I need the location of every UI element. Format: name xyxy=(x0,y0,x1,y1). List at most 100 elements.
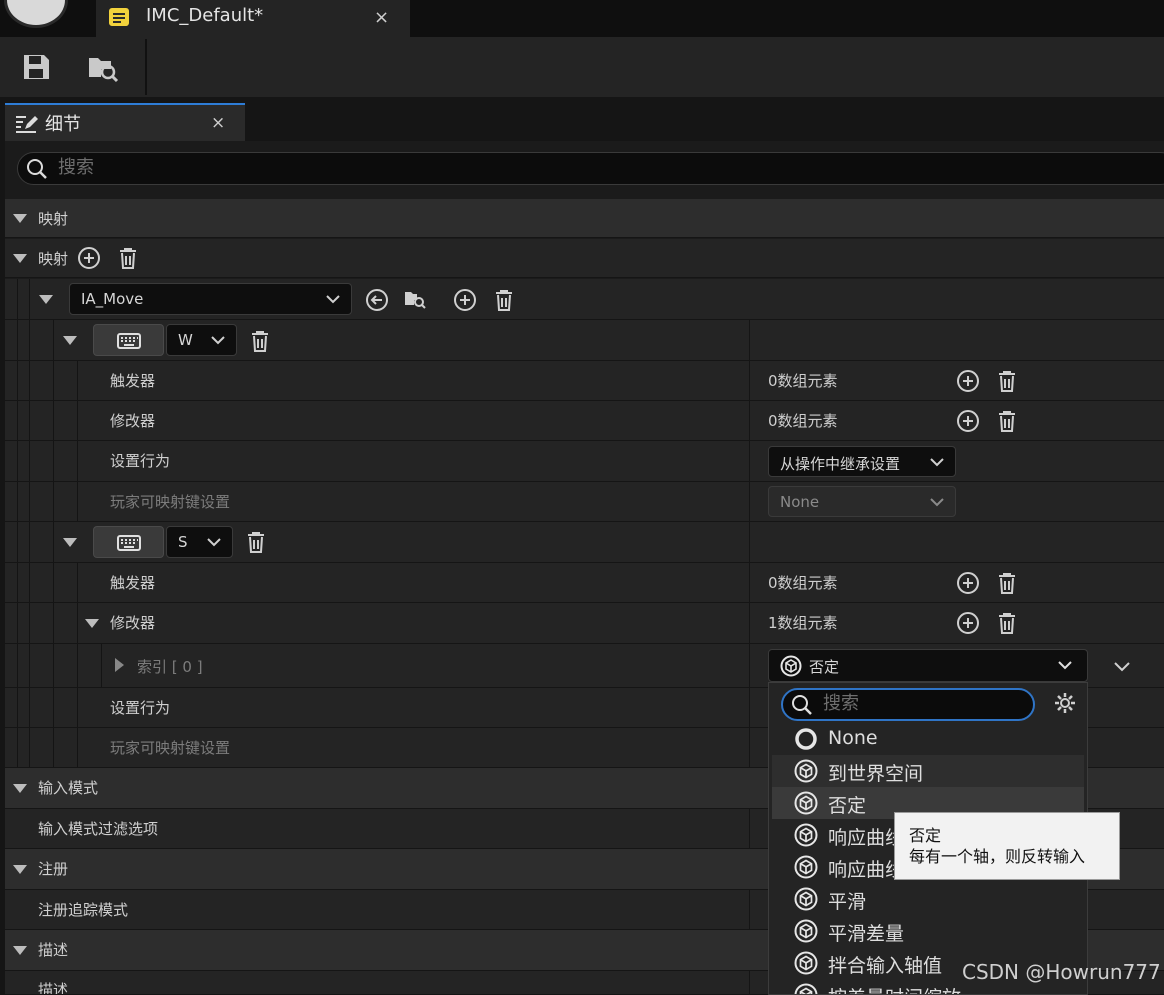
browse-to-asset-button[interactable] xyxy=(86,51,120,89)
property-label: 输入模式过滤选项 xyxy=(38,820,159,838)
listen-for-key-button[interactable] xyxy=(93,324,164,356)
modifiers-row: 修改器 1数组元素 xyxy=(5,603,1164,644)
collapse-arrow-icon[interactable] xyxy=(63,336,77,345)
collapse-arrow-icon[interactable] xyxy=(63,538,77,547)
details-search-box[interactable] xyxy=(17,152,1164,185)
delete-icon[interactable] xyxy=(244,530,268,554)
add-element-icon[interactable] xyxy=(453,288,477,312)
add-element-icon[interactable] xyxy=(77,246,101,270)
array-index-label: 索引 [ 0 ] xyxy=(137,658,203,676)
option-tooltip: 否定 每有一个轴，则反转输入 xyxy=(894,812,1120,880)
collapse-arrow-icon[interactable] xyxy=(13,214,27,223)
key-selector[interactable]: W xyxy=(166,324,237,356)
toolbar xyxy=(0,37,1164,97)
search-input[interactable] xyxy=(56,156,560,179)
property-label: 触发器 xyxy=(110,372,156,390)
close-tab-icon[interactable]: × xyxy=(374,7,389,28)
class-icon xyxy=(794,983,818,994)
use-selected-asset-icon[interactable] xyxy=(365,288,389,312)
property-label: 设置行为 xyxy=(110,452,171,470)
document-tab[interactable]: IMC_Default* × xyxy=(96,0,410,37)
popup-option-label: 否定 xyxy=(828,795,867,817)
none-circle-icon xyxy=(795,728,817,750)
dropdown-value: None xyxy=(780,493,820,511)
key-selector[interactable]: S xyxy=(166,526,233,558)
property-label: 触发器 xyxy=(110,574,156,592)
delete-icon[interactable] xyxy=(995,369,1019,393)
popup-option-label: 平滑 xyxy=(828,891,867,913)
delete-icon[interactable] xyxy=(492,288,516,312)
modifiers-row: 修改器 0数组元素 xyxy=(5,401,1164,441)
category-label: 注册 xyxy=(38,860,69,878)
array-count: 0数组元素 xyxy=(768,574,838,592)
collapse-arrow-icon[interactable] xyxy=(39,295,53,304)
add-element-icon[interactable] xyxy=(956,611,980,635)
delete-icon[interactable] xyxy=(116,246,140,270)
add-element-icon[interactable] xyxy=(956,369,980,393)
dropdown-value: 从操作中继承设置 xyxy=(780,455,901,473)
property-label: 玩家可映射键设置 xyxy=(110,739,231,757)
collapse-arrow-icon[interactable] xyxy=(13,784,27,793)
array-count: 1数组元素 xyxy=(768,614,838,632)
gear-icon[interactable] xyxy=(1053,691,1077,715)
folder-search-icon xyxy=(89,58,119,83)
popup-option[interactable]: None xyxy=(772,723,1084,755)
add-element-icon[interactable] xyxy=(956,409,980,433)
delete-icon[interactable] xyxy=(995,409,1019,433)
chevron-down-icon[interactable] xyxy=(1110,654,1134,678)
expand-arrow-icon[interactable] xyxy=(115,658,124,672)
category-label: 描述 xyxy=(38,941,69,959)
save-button[interactable] xyxy=(20,51,52,87)
popup-search-input[interactable] xyxy=(821,692,1025,715)
popup-option[interactable]: 平滑差量 xyxy=(772,915,1084,947)
triggers-row: 触发器 0数组元素 xyxy=(5,361,1164,401)
class-icon xyxy=(794,951,818,975)
settings-behavior-dropdown[interactable]: 从操作中继承设置 xyxy=(768,446,956,477)
collapse-arrow-icon[interactable] xyxy=(13,254,27,263)
category-label: 输入模式 xyxy=(38,779,99,797)
class-icon xyxy=(794,791,818,815)
details-panel-tab[interactable]: 细节 × xyxy=(5,103,245,141)
keyboard-icon xyxy=(117,333,141,349)
collapse-arrow-icon[interactable] xyxy=(13,946,27,955)
category-label: 映射 xyxy=(38,210,69,228)
property-label: 修改器 xyxy=(110,614,156,632)
collapse-arrow-icon[interactable] xyxy=(85,619,99,628)
class-icon xyxy=(794,887,818,911)
array-count: 0数组元素 xyxy=(768,372,838,390)
delete-icon[interactable] xyxy=(995,571,1019,595)
class-icon xyxy=(794,759,818,783)
input-action-selector[interactable]: IA_Move xyxy=(69,283,352,315)
add-element-icon[interactable] xyxy=(956,571,980,595)
property-label: 注册追踪模式 xyxy=(38,901,129,919)
popup-option[interactable]: 到世界空间 xyxy=(772,755,1084,787)
class-icon xyxy=(794,823,818,847)
modifier-class-dropdown[interactable]: 否定 xyxy=(768,649,1088,682)
popup-option[interactable]: 平滑 xyxy=(772,883,1084,915)
tooltip-title: 否定 xyxy=(909,826,942,845)
popup-option-label: 响应曲线 xyxy=(828,827,905,849)
key-value: S xyxy=(178,533,188,551)
listen-for-key-button[interactable] xyxy=(93,526,164,558)
input-mapping-context-icon xyxy=(109,8,129,26)
collapse-arrow-icon[interactable] xyxy=(13,865,27,874)
delete-icon[interactable] xyxy=(248,329,272,353)
category-mapping[interactable]: 映射 xyxy=(5,199,1164,238)
popup-option-label: 拌合输入轴值 xyxy=(828,955,943,977)
property-label: 映射 xyxy=(38,250,69,268)
property-label: 修改器 xyxy=(110,412,156,430)
delete-icon[interactable] xyxy=(995,611,1019,635)
document-tab-title: IMC_Default* xyxy=(146,5,264,26)
browse-asset-icon[interactable] xyxy=(403,287,427,311)
popup-option-label: None xyxy=(828,727,878,749)
popup-option-label: 响应曲线 xyxy=(828,859,905,881)
search-icon xyxy=(27,159,47,179)
dropdown-value: 否定 xyxy=(809,658,840,676)
key-mapping-row: S xyxy=(5,522,1164,563)
popup-search-box[interactable] xyxy=(781,688,1035,721)
class-icon xyxy=(780,655,802,677)
close-details-icon[interactable]: × xyxy=(211,113,225,133)
action-mapping-row: IA_Move xyxy=(5,279,1164,320)
tooltip-body: 每有一个轴，则反转输入 xyxy=(909,847,1086,866)
player-mappable-dropdown: None xyxy=(768,486,956,517)
